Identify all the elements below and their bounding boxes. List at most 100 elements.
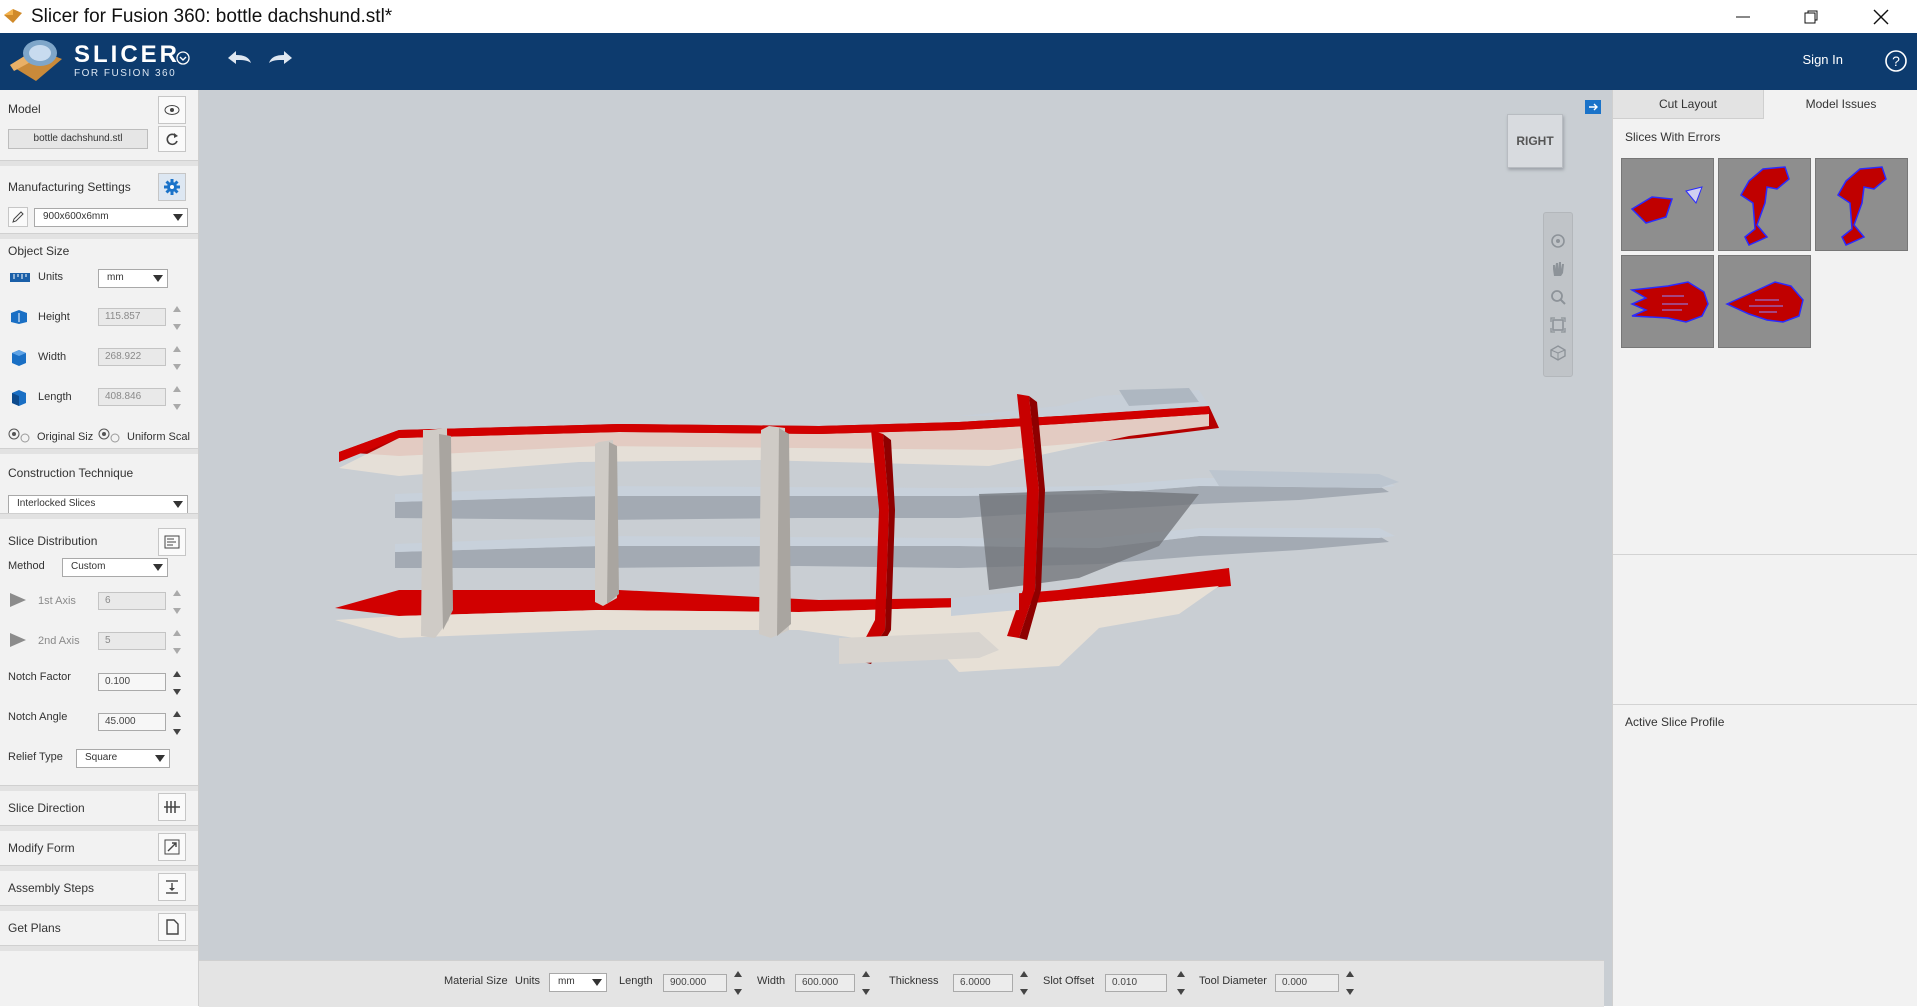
- tab-cut-layout[interactable]: Cut Layout: [1613, 90, 1764, 119]
- error-slice-thumbnail[interactable]: [1621, 255, 1714, 348]
- active-slice-profile-title: Active Slice Profile: [1625, 715, 1725, 729]
- navigation-toolbar: [1543, 212, 1573, 377]
- slice-direction-label[interactable]: Slice Direction: [8, 801, 85, 815]
- axis2-play-icon[interactable]: [8, 632, 28, 648]
- collapse-panel-icon[interactable]: [1585, 100, 1601, 114]
- assembly-steps-section[interactable]: Assembly Steps: [0, 870, 198, 904]
- width-label: Width: [38, 351, 67, 363]
- manufacturing-section: Manufacturing Settings 900x600x6mm: [0, 165, 198, 237]
- get-plans-button[interactable]: [158, 913, 186, 941]
- home-icon[interactable]: [1550, 345, 1566, 361]
- manufacturing-settings-button[interactable]: [158, 173, 186, 201]
- undo-icon[interactable]: [226, 49, 252, 67]
- width-field[interactable]: 268.922: [98, 348, 166, 366]
- construction-label: Construction Technique: [8, 466, 134, 480]
- error-slice-thumbnail[interactable]: [1621, 158, 1714, 251]
- units-icon: [10, 273, 30, 282]
- gear-icon: [164, 179, 180, 195]
- height-stepper[interactable]: [171, 304, 182, 332]
- material-select[interactable]: 900x600x6mm: [34, 208, 188, 227]
- modify-form-label[interactable]: Modify Form: [8, 841, 75, 855]
- tool-diameter-field[interactable]: 0.000: [1275, 974, 1339, 992]
- length-stepper[interactable]: [171, 384, 182, 412]
- slices-with-errors-title: Slices With Errors: [1625, 130, 1721, 144]
- left-panel: Model bottle dachshund.stl Manufacturing…: [0, 90, 199, 1006]
- model-render[interactable]: [199, 90, 1612, 960]
- distribution-button[interactable]: [158, 528, 186, 556]
- model-file-button[interactable]: bottle dachshund.stl: [8, 129, 148, 149]
- axis2-stepper[interactable]: [171, 628, 182, 656]
- slot-offset-stepper[interactable]: [1175, 969, 1186, 997]
- uniform-scale-icon[interactable]: [98, 428, 120, 444]
- title-bar: Slicer for Fusion 360: bottle dachshund.…: [0, 0, 1917, 33]
- slice-direction-section[interactable]: Slice Direction: [0, 790, 198, 824]
- notch-angle-field[interactable]: 45.000: [98, 713, 166, 731]
- thickness-field[interactable]: 6.0000: [953, 974, 1013, 992]
- original-size-label[interactable]: Original Siz: [37, 431, 93, 443]
- restore-button[interactable]: [1777, 0, 1845, 33]
- width-stepper[interactable]: [171, 344, 182, 372]
- app-bar: SLICER FOR FUSION 360 Sign In ?: [0, 33, 1917, 90]
- original-size-icon[interactable]: [8, 428, 30, 444]
- redo-icon[interactable]: [268, 49, 294, 67]
- view-cube[interactable]: RIGHT: [1507, 114, 1563, 168]
- edit-material-button[interactable]: [8, 207, 28, 227]
- help-icon[interactable]: ?: [1884, 49, 1908, 73]
- uniform-scale-label[interactable]: Uniform Scal: [127, 431, 190, 443]
- relief-type-select[interactable]: Square: [76, 749, 170, 768]
- tab-model-issues[interactable]: Model Issues: [1764, 90, 1917, 118]
- object-size-section: Object Size Units mm Height 115.857 Widt…: [0, 238, 198, 443]
- axis1-field[interactable]: 6: [98, 592, 166, 610]
- pan-icon[interactable]: [1550, 261, 1566, 277]
- material-units-value: mm: [558, 976, 575, 987]
- close-button[interactable]: [1847, 0, 1915, 33]
- error-slice-thumbnail[interactable]: [1815, 158, 1908, 251]
- material-width-stepper[interactable]: [860, 969, 871, 997]
- length-icon: [12, 390, 26, 406]
- modify-form-section[interactable]: Modify Form: [0, 830, 198, 864]
- orbit-icon[interactable]: [1550, 233, 1566, 249]
- minimize-button[interactable]: [1709, 0, 1777, 33]
- error-slice-thumbnail[interactable]: [1718, 158, 1811, 251]
- divider: [1613, 554, 1917, 555]
- axis2-field[interactable]: 5: [98, 632, 166, 650]
- reload-button[interactable]: [158, 126, 186, 152]
- notch-angle-stepper[interactable]: [171, 709, 182, 737]
- zoom-icon[interactable]: [1550, 289, 1566, 305]
- thickness-stepper[interactable]: [1018, 969, 1029, 997]
- notch-factor-field[interactable]: 0.100: [98, 673, 166, 691]
- notch-angle-label: Notch Angle: [8, 711, 68, 723]
- fit-icon[interactable]: [1550, 317, 1566, 333]
- material-units-select[interactable]: mm: [549, 973, 607, 992]
- modify-form-button[interactable]: [158, 833, 186, 861]
- account-menu-icon[interactable]: [176, 51, 190, 65]
- method-select[interactable]: Custom: [62, 558, 168, 577]
- manufacturing-label: Manufacturing Settings: [8, 180, 131, 194]
- construction-select[interactable]: Interlocked Slices: [8, 495, 188, 514]
- error-slice-thumbnail[interactable]: [1718, 255, 1811, 348]
- material-length-stepper[interactable]: [732, 969, 743, 997]
- pencil-icon: [12, 211, 24, 223]
- length-label: Length: [38, 391, 72, 403]
- assembly-steps-button[interactable]: [158, 873, 186, 901]
- material-length-field[interactable]: 900.000: [663, 974, 727, 992]
- 3d-viewport[interactable]: RIGHT: [199, 90, 1612, 1006]
- slot-offset-field[interactable]: 0.010: [1105, 974, 1167, 992]
- assembly-steps-label[interactable]: Assembly Steps: [8, 881, 94, 895]
- axis1-play-icon[interactable]: [8, 592, 28, 608]
- notch-factor-stepper[interactable]: [171, 669, 182, 697]
- sign-in-link[interactable]: Sign In: [1803, 52, 1843, 67]
- get-plans-label[interactable]: Get Plans: [8, 921, 61, 935]
- material-width-field[interactable]: 600.000: [795, 974, 855, 992]
- visibility-button[interactable]: [158, 96, 186, 124]
- get-plans-section[interactable]: Get Plans: [0, 910, 198, 944]
- axis1-stepper[interactable]: [171, 588, 182, 616]
- units-select[interactable]: mm: [98, 269, 168, 288]
- divider: [1613, 704, 1917, 705]
- distribution-icon: [164, 535, 180, 549]
- length-field[interactable]: 408.846: [98, 388, 166, 406]
- tool-diameter-stepper[interactable]: [1344, 969, 1355, 997]
- slice-direction-button[interactable]: [158, 793, 186, 821]
- construction-section: Construction Technique Interlocked Slice…: [0, 453, 198, 514]
- height-field[interactable]: 115.857: [98, 308, 166, 326]
